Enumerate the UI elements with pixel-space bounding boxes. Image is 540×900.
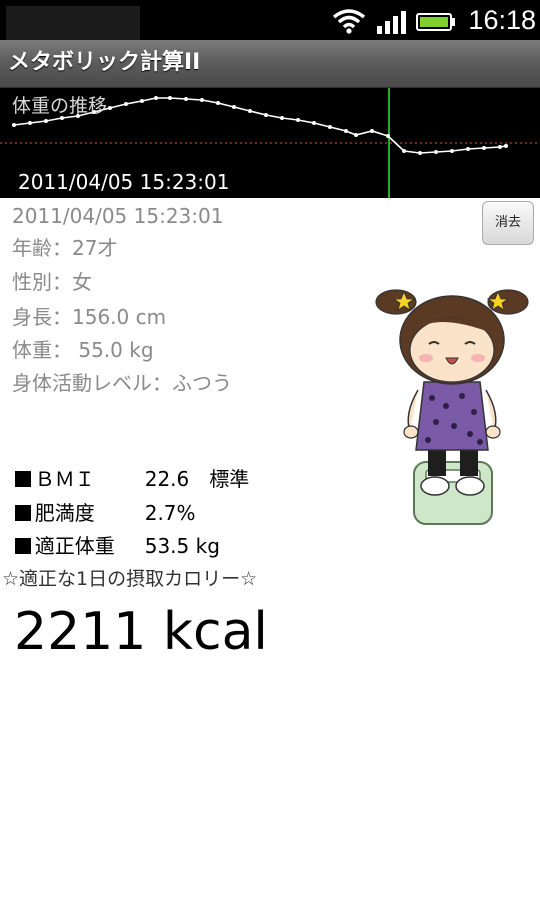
app-title: メタボリック計算II	[8, 50, 201, 75]
delete-button[interactable]: 消去	[482, 201, 534, 245]
ideal-weight-row: 適正体重 53.5 kg	[2, 504, 220, 560]
ideal-weight-label: 適正体重	[34, 534, 115, 558]
record-date: 2011/04/05 15:23:01	[12, 204, 224, 228]
weight-history-graph[interactable]: 体重の推移 2011/04/05 15:23:01	[0, 88, 540, 198]
graph-selected-date: 2011/04/05 15:23:01	[18, 170, 230, 194]
wifi-icon	[332, 9, 366, 34]
calorie-value: 2211 kcal	[14, 602, 268, 662]
status-clock: 16:18	[468, 5, 536, 35]
sex-value: 性別：女	[12, 270, 92, 294]
app-title-bar: メタボリック計算II	[0, 40, 540, 88]
activity-level-value: 身体活動レベル：ふつう	[12, 371, 232, 395]
battery-icon	[416, 13, 455, 31]
ideal-weight-value: 53.5 kg	[144, 534, 220, 558]
calorie-label: ☆適正な1日の摂取カロリー☆	[2, 568, 258, 590]
graph-title: 体重の推移	[12, 95, 108, 117]
age-value: 年齢：27才	[12, 236, 118, 260]
bullet-square-icon	[14, 538, 31, 554]
signal-icon	[377, 11, 406, 34]
status-bar: 16:18	[0, 0, 540, 40]
girl-on-scale-illustration	[375, 289, 529, 525]
height-value: 身長：156.0 cm	[12, 305, 167, 329]
notification-area	[6, 6, 140, 40]
weight-value: 体重： 55.0 kg	[12, 338, 154, 362]
